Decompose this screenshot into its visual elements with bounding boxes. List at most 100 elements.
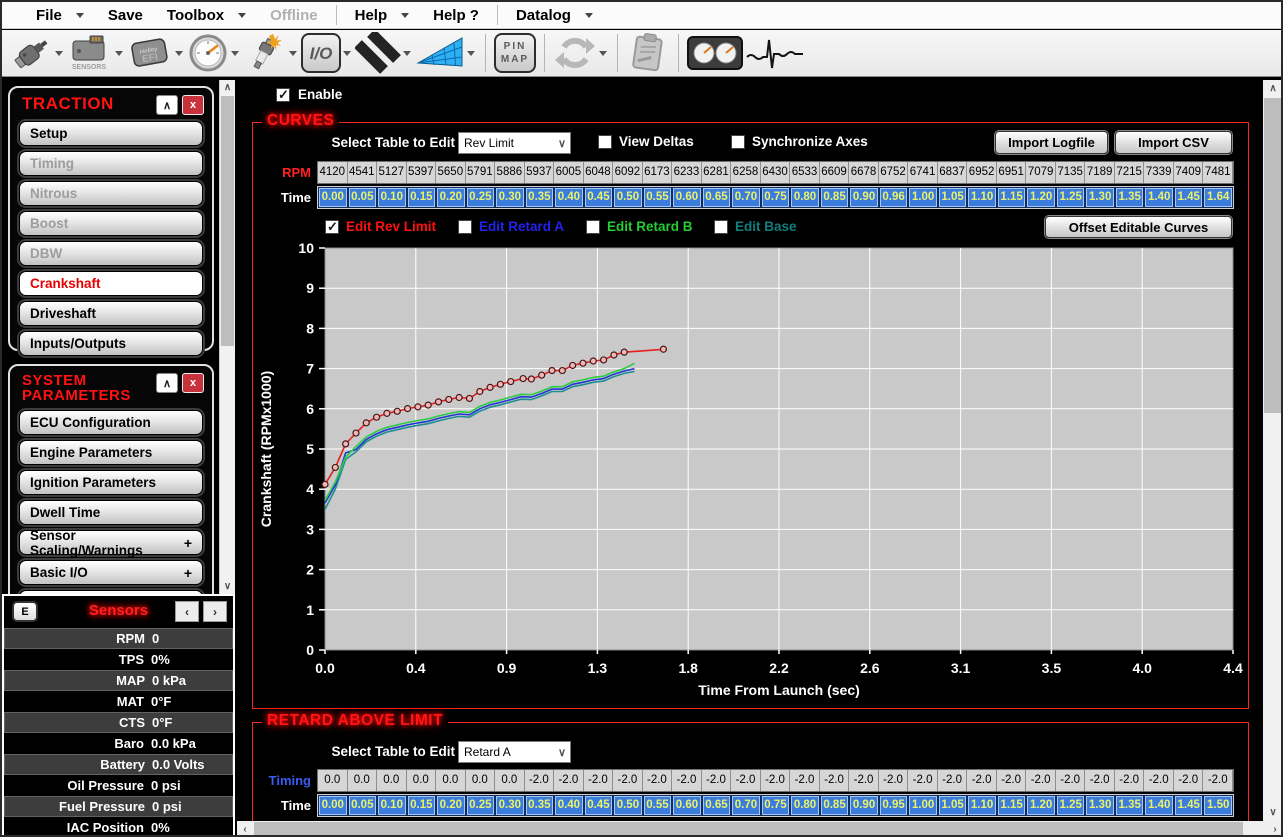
scroll-down-icon[interactable]: ∨ <box>1263 807 1283 818</box>
table-cell[interactable]: 0.20 <box>437 188 465 207</box>
scroll-right-icon[interactable]: › <box>1267 821 1283 837</box>
table-cell[interactable]: 6952 <box>967 162 997 183</box>
table-cell[interactable]: 7481 <box>1203 162 1233 183</box>
table-cell[interactable]: 6678 <box>849 162 879 183</box>
twin-gauges-icon[interactable] <box>687 32 743 74</box>
table-cell[interactable]: 0.40 <box>555 796 583 815</box>
table-cell[interactable]: 0.25 <box>467 188 495 207</box>
main-horizontal-scrollbar[interactable]: ‹ › <box>237 821 1283 837</box>
table-cell[interactable]: 0.20 <box>437 796 465 815</box>
table-cell[interactable]: 0.50 <box>614 188 642 207</box>
table-cell[interactable]: 6837 <box>938 162 968 183</box>
sidebar-scrollbar[interactable]: ∧ ∨ <box>219 80 235 594</box>
table-cell[interactable]: -2.0 <box>1203 770 1233 791</box>
table-cell[interactable]: 5127 <box>377 162 407 183</box>
scrollbar-thumb[interactable] <box>1264 98 1282 413</box>
table-cell[interactable]: 6533 <box>790 162 820 183</box>
table-cell[interactable]: 0.0 <box>436 770 466 791</box>
menu-file[interactable]: File <box>24 2 96 28</box>
traction-button-crankshaft[interactable]: Crankshaft <box>19 271 203 296</box>
table-cell[interactable]: 7079 <box>1026 162 1056 183</box>
table-cell[interactable]: 1.15 <box>998 796 1026 815</box>
table-cell[interactable]: 0.00 <box>319 188 347 207</box>
table-cell[interactable]: 6048 <box>584 162 614 183</box>
gauge-icon[interactable] <box>187 32 229 74</box>
table-cell[interactable]: 0.95 <box>880 796 908 815</box>
table-cell[interactable]: 7409 <box>1174 162 1204 183</box>
chevron-down-icon[interactable] <box>115 51 123 56</box>
chevron-down-icon[interactable] <box>343 51 351 56</box>
table-cell[interactable]: 0.15 <box>408 796 436 815</box>
main-vertical-scrollbar[interactable]: ∧ ∨ <box>1263 80 1283 821</box>
chevron-down-icon[interactable] <box>599 51 607 56</box>
synchronize-axes-checkbox[interactable] <box>731 135 745 149</box>
scrollbar-thumb[interactable] <box>254 822 1243 837</box>
table-cell[interactable]: 6258 <box>731 162 761 183</box>
table-cell[interactable]: 5791 <box>466 162 496 183</box>
table-cell[interactable]: 0.10 <box>378 188 406 207</box>
table-cell[interactable]: 5650 <box>436 162 466 183</box>
table-cell[interactable]: 1.00 <box>909 188 937 207</box>
table-cell[interactable]: 4541 <box>348 162 378 183</box>
table-cell[interactable]: 6173 <box>643 162 673 183</box>
table-cell[interactable]: 1.40 <box>1145 188 1173 207</box>
collapse-panel-icon[interactable]: ∧ <box>156 95 178 115</box>
table-cell[interactable]: 0.0 <box>466 770 496 791</box>
table-cell[interactable]: 1.10 <box>968 796 996 815</box>
table-cell[interactable]: -2.0 <box>1056 770 1086 791</box>
table-cell[interactable]: 6233 <box>672 162 702 183</box>
scroll-up-icon[interactable]: ∧ <box>1263 83 1283 94</box>
table-cell[interactable]: 0.35 <box>526 188 554 207</box>
edit-retard-b-checkbox[interactable] <box>586 220 600 234</box>
table-cell[interactable]: -2.0 <box>643 770 673 791</box>
import-csv-button[interactable]: Import CSV <box>1115 131 1232 154</box>
ecu-efi-icon[interactable]: HolleyEFI <box>127 32 173 74</box>
traction-stripes-icon[interactable] <box>355 32 401 74</box>
table-cell[interactable]: 0.30 <box>496 796 524 815</box>
table-cell[interactable]: 0.65 <box>703 796 731 815</box>
table-cell[interactable]: 1.35 <box>1116 796 1144 815</box>
chevron-down-icon[interactable] <box>231 51 239 56</box>
table-cell[interactable]: 0.80 <box>791 796 819 815</box>
table-cell[interactable]: 0.0 <box>407 770 437 791</box>
table-cell[interactable]: -2.0 <box>702 770 732 791</box>
pin-map-icon[interactable]: PINMAP <box>494 32 536 74</box>
table-cell[interactable]: 1.05 <box>939 796 967 815</box>
enable-checkbox[interactable]: ✓ <box>276 88 290 102</box>
table-cell[interactable]: 1.30 <box>1086 188 1114 207</box>
table-cell[interactable]: 0.90 <box>850 796 878 815</box>
table-cell[interactable]: 1.25 <box>1057 188 1085 207</box>
table-cell[interactable]: 0.40 <box>555 188 583 207</box>
table-cell[interactable]: 1.00 <box>909 796 937 815</box>
table-cell[interactable]: 0.70 <box>732 796 760 815</box>
table-cell[interactable]: -2.0 <box>908 770 938 791</box>
table-cell[interactable]: 0.60 <box>673 188 701 207</box>
table-cell[interactable]: -2.0 <box>820 770 850 791</box>
table-cell[interactable]: 5937 <box>525 162 555 183</box>
table-cell[interactable]: 0.0 <box>377 770 407 791</box>
table-cell[interactable]: -2.0 <box>584 770 614 791</box>
table-select[interactable]: Rev Limit ∨ <box>458 132 571 154</box>
table-cell[interactable]: -2.0 <box>1144 770 1174 791</box>
import-logfile-button[interactable]: Import Logfile <box>995 131 1108 154</box>
table-cell[interactable]: 7215 <box>1115 162 1145 183</box>
table-cell[interactable]: 0.45 <box>585 188 613 207</box>
table-cell[interactable]: 6951 <box>997 162 1027 183</box>
menu-help[interactable]: Help ? <box>421 2 491 28</box>
table-cell[interactable]: 0.85 <box>821 188 849 207</box>
table-cell[interactable]: -2.0 <box>997 770 1027 791</box>
table-cell[interactable]: 0.35 <box>526 796 554 815</box>
table-cell[interactable]: 6752 <box>879 162 909 183</box>
table-cell[interactable]: 1.30 <box>1086 796 1114 815</box>
system-button-basic-i-o[interactable]: Basic I/O+ <box>19 560 203 585</box>
table-cell[interactable]: 0.50 <box>614 796 642 815</box>
table-cell[interactable]: -2.0 <box>879 770 909 791</box>
table-cell[interactable]: 6609 <box>820 162 850 183</box>
table-cell[interactable]: 0.85 <box>821 796 849 815</box>
table-cell[interactable]: 0.30 <box>496 188 524 207</box>
scroll-up-icon[interactable]: ∧ <box>220 82 235 93</box>
table-cell[interactable]: 0.55 <box>644 796 672 815</box>
system-button-dwell-time[interactable]: Dwell Time <box>19 500 203 525</box>
table-cell[interactable]: 0.25 <box>467 796 495 815</box>
table-cell[interactable]: 5886 <box>495 162 525 183</box>
